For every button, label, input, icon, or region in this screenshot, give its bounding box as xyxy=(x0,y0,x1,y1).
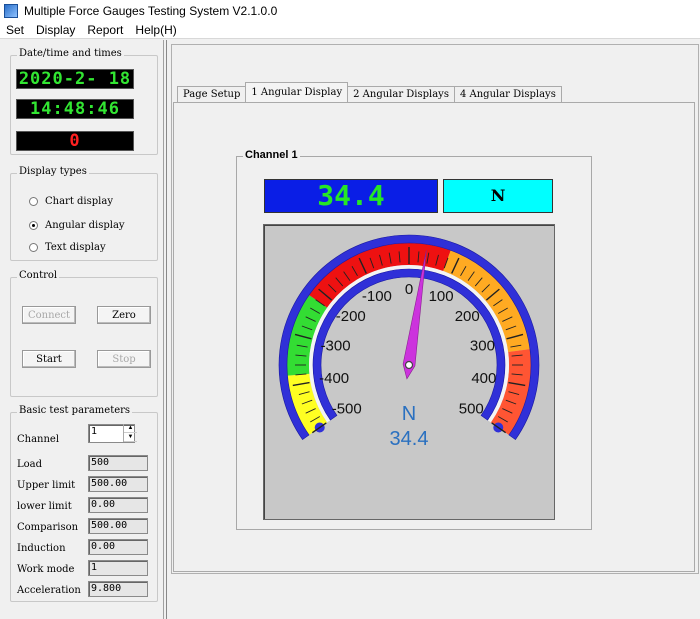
window-title: Multiple Force Gauges Testing System V2.… xyxy=(24,4,278,18)
params-title: Basic test parameters xyxy=(17,405,133,416)
start-button[interactable]: Start xyxy=(22,350,76,368)
channel-spinner-value: 1 xyxy=(91,426,98,437)
tab-1-angular-display[interactable]: 1 Angular Display xyxy=(245,82,349,102)
channel-spin-buttons[interactable]: ▲ ▼ xyxy=(123,424,137,442)
menu-report[interactable]: Report xyxy=(81,23,129,37)
radio-text-label: Text display xyxy=(45,242,106,253)
work-mode-label: Work mode xyxy=(17,564,75,575)
gauge-label-8: 300 xyxy=(470,337,495,354)
menu-bar: Set Display Report Help(H) xyxy=(0,22,700,39)
stop-button[interactable]: Stop xyxy=(97,350,151,368)
datetime-group: Date/time and times 2020-2- 18 14:48:46 … xyxy=(10,48,158,155)
radio-chart-display[interactable]: Chart display xyxy=(29,196,113,207)
gauge-label-0: -500 xyxy=(332,401,362,418)
tab-2-angular-displays[interactable]: 2 Angular Displays xyxy=(347,86,455,102)
radio-chart-label: Chart display xyxy=(45,196,113,207)
zero-button[interactable]: Zero xyxy=(97,306,151,324)
load-field[interactable]: 500 xyxy=(88,455,148,471)
value-display: 34.4 xyxy=(264,179,438,213)
radio-chart-indicator[interactable] xyxy=(29,197,38,206)
gauge-label-10: 500 xyxy=(459,401,484,418)
comparison-field[interactable]: 500.00 xyxy=(88,518,148,534)
control-title: Control xyxy=(17,270,60,281)
channel-label: Channel xyxy=(17,434,60,445)
app-icon xyxy=(4,4,18,18)
radio-text-display[interactable]: Text display xyxy=(29,242,106,253)
display-types-group: Display types Chart display Angular disp… xyxy=(10,166,158,261)
radio-text-indicator[interactable] xyxy=(29,243,38,252)
upper-limit-field[interactable]: 500.00 xyxy=(88,476,148,492)
lower-limit-field[interactable]: 0.00 xyxy=(88,497,148,513)
unit-display: N xyxy=(443,179,553,213)
tab-page-setup[interactable]: Page Setup xyxy=(177,86,247,102)
gauge-label-4: -100 xyxy=(362,288,392,305)
radio-angular-label: Angular display xyxy=(45,220,125,231)
acceleration-field[interactable]: 9.800 xyxy=(88,581,148,597)
comparison-label: Comparison xyxy=(17,522,79,533)
count-display: 0 xyxy=(16,131,134,151)
display-types-title: Display types xyxy=(17,166,89,177)
spin-up-icon[interactable]: ▲ xyxy=(124,424,137,433)
gauge-label-1: -400 xyxy=(319,370,349,387)
connect-button[interactable]: Connect xyxy=(22,306,76,324)
tab-strip: Page Setup 1 Angular Display 2 Angular D… xyxy=(177,82,562,102)
gauge-label-3: -200 xyxy=(336,308,366,325)
gauge-frame: -500 -400 -300 -200 -100 0 100 200 300 400 500 N 3… xyxy=(263,224,555,520)
radio-angular-indicator[interactable] xyxy=(29,221,38,230)
gauge-label-7: 200 xyxy=(455,308,480,325)
menu-help[interactable]: Help(H) xyxy=(129,23,182,37)
control-group: Control Connect Zero Start Stop xyxy=(10,270,158,397)
title-bar: Multiple Force Gauges Testing System V2.… xyxy=(0,0,700,22)
radio-angular-display[interactable]: Angular display xyxy=(29,220,125,231)
left-panel: Date/time and times 2020-2- 18 14:48:46 … xyxy=(0,40,164,619)
angular-gauge: -500 -400 -300 -200 -100 0 100200 300 400 500 N 3… xyxy=(278,234,540,450)
tab-4-angular-displays[interactable]: 4 Angular Displays xyxy=(453,86,562,102)
work-mode-field[interactable]: 1 xyxy=(88,560,148,576)
gauge-label-9: 400 xyxy=(471,370,496,387)
spin-down-icon[interactable]: ▼ xyxy=(124,433,137,442)
induction-field[interactable]: 0.00 xyxy=(88,539,148,555)
acceleration-label: Acceleration xyxy=(17,585,81,596)
upper-limit-label: Upper limit xyxy=(17,480,76,491)
time-display: 14:48:46 xyxy=(16,99,134,119)
gauge-unit-label: N xyxy=(402,403,416,425)
gauge-readout: 34.4 xyxy=(390,428,429,450)
date-display: 2020-2- 18 xyxy=(16,69,134,89)
channel-title: Channel 1 xyxy=(243,149,300,161)
gauge-label-2: -300 xyxy=(321,337,351,354)
gauge-label-5: 0 xyxy=(405,281,413,298)
menu-set[interactable]: Set xyxy=(0,23,30,37)
channel-box: Channel 1 34.4 N -500 -400 -300 -200 -100 0 10… xyxy=(236,149,592,530)
params-group: Basic test parameters Channel 1 ▲ ▼ Load… xyxy=(10,405,158,602)
lower-limit-label: lower limit xyxy=(17,501,72,512)
gauge-needle-hub xyxy=(404,360,414,370)
gauge-label-6: 100 xyxy=(429,288,454,305)
tab-panel: Channel 1 34.4 N -500 -400 -300 -200 -100 0 10… xyxy=(173,102,695,572)
load-label: Load xyxy=(17,459,43,470)
menu-display[interactable]: Display xyxy=(30,23,81,37)
induction-label: Induction xyxy=(17,543,66,554)
main-area: Page Setup 1 Angular Display 2 Angular D… xyxy=(166,40,700,619)
datetime-group-title: Date/time and times xyxy=(17,48,124,59)
